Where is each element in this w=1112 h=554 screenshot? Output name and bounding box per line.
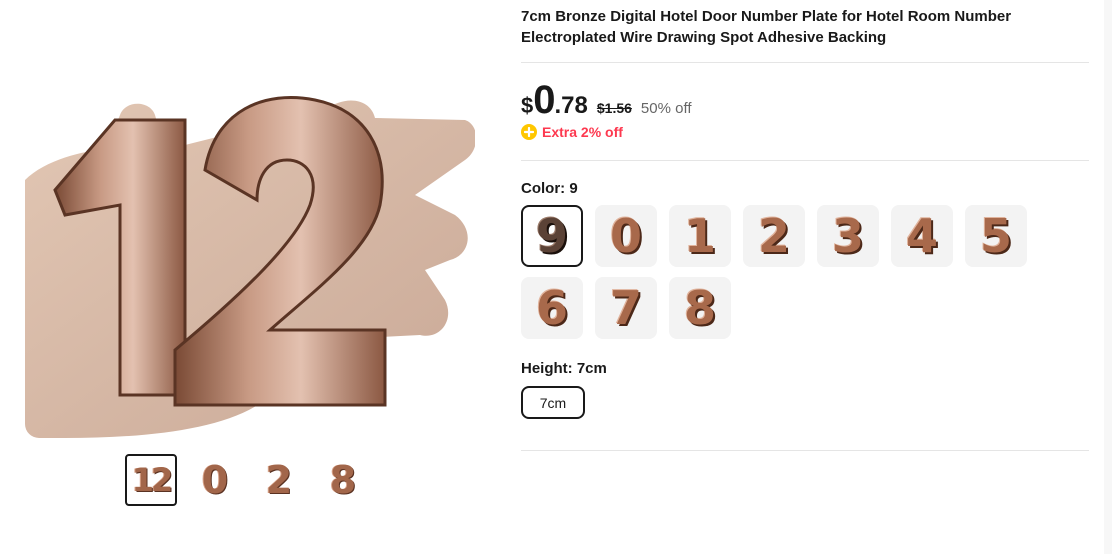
thumbnail-label: 8 [329,458,357,502]
color-option-1[interactable]: 1 [669,205,731,267]
thumbnail-strip: 12 0 2 8 [125,454,369,506]
original-price: $1.56 [596,100,632,116]
extra-offer: Extra 2% off [521,124,623,140]
color-option-label: 6 [535,281,568,335]
product-title: 7cm Bronze Digital Hotel Door Number Pla… [521,8,1012,46]
thumbnail-1[interactable]: 12 [125,454,177,506]
color-option-label: 3 [831,209,864,263]
color-option-3[interactable]: 3 [817,205,879,267]
color-option-5[interactable]: 5 [965,205,1027,267]
color-option-label: 0 [609,209,642,263]
thumbnail-4[interactable]: 8 [317,454,369,506]
bronze-number-12-on-hand-photo [25,0,475,438]
coin-plus-icon [521,124,537,140]
color-option-label: 2 [757,209,790,263]
color-option-label: 5 [979,209,1012,263]
price-integer: 0 [533,78,555,122]
price-decimal: .78 [554,92,588,119]
main-product-image[interactable] [25,0,475,438]
height-option-7cm[interactable]: 7cm [521,386,585,419]
thumbnail-2[interactable]: 0 [189,454,241,506]
color-option-0[interactable]: 0 [595,205,657,267]
page-scrollbar[interactable] [1104,0,1112,554]
divider [521,160,1089,161]
color-options: 9 0 1 2 3 4 5 6 7 8 [521,205,1093,339]
thumbnail-label: 12 [131,461,173,499]
extra-offer-text: Extra 2% off [542,124,623,140]
color-option-6[interactable]: 6 [521,277,583,339]
color-option-4[interactable]: 4 [891,205,953,267]
divider [521,450,1089,451]
color-option-7[interactable]: 7 [595,277,657,339]
height-label: Height: 7cm [521,360,607,377]
color-option-label: 4 [905,209,938,263]
color-option-label: 8 [683,281,716,335]
color-label: Color: 9 [521,180,578,197]
product-gallery: 12 0 2 8 [25,0,475,506]
color-option-label: 7 [609,281,642,335]
thumbnail-label: 2 [265,458,293,502]
color-option-9[interactable]: 9 [521,205,583,267]
divider [521,62,1089,63]
color-option-label: 9 [535,209,568,263]
thumbnail-3[interactable]: 2 [253,454,305,506]
discount-label: 50% off [640,100,692,117]
price-row: $ 0 .78 $1.56 50% off [521,78,692,123]
color-option-2[interactable]: 2 [743,205,805,267]
color-option-8[interactable]: 8 [669,277,731,339]
currency-symbol: $ [521,93,534,118]
color-option-label: 1 [683,209,716,263]
thumbnail-label: 0 [201,458,229,502]
